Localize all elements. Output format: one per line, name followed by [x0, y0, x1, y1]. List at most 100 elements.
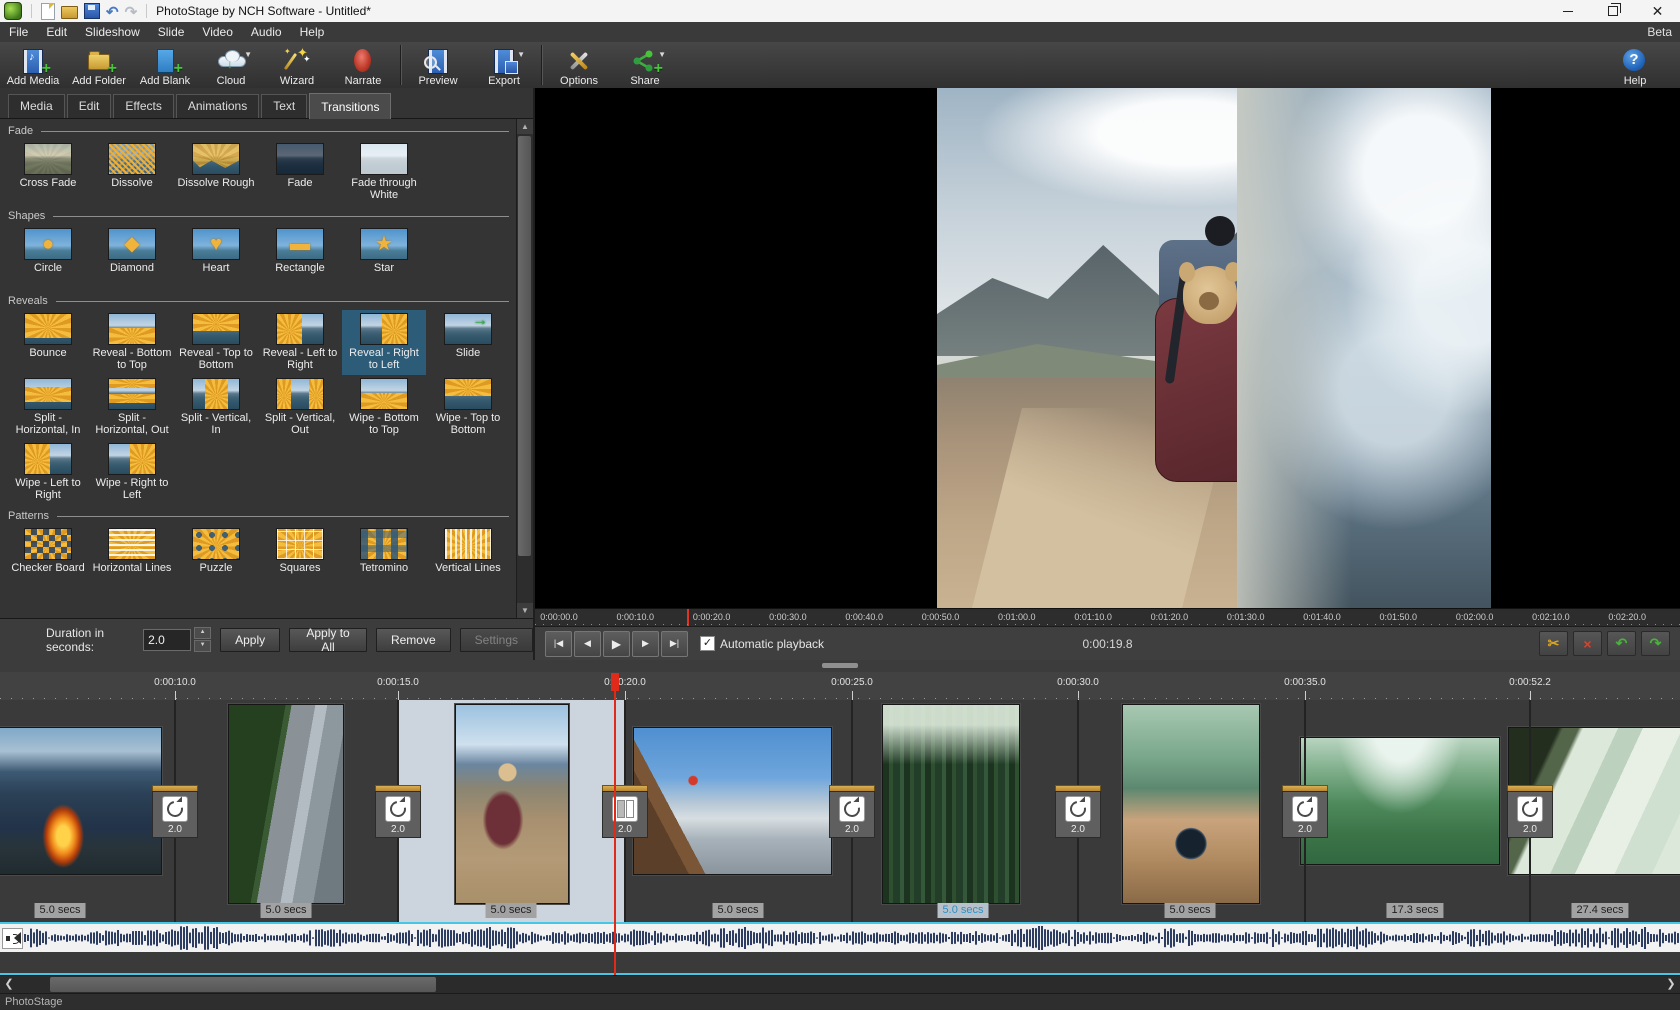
dropdown-caret-icon[interactable]: ▼	[244, 50, 252, 59]
transition-item[interactable]: Split - Vertical, Out	[258, 375, 342, 440]
cloud-button[interactable]: ↓▼Cloud	[198, 42, 264, 88]
transition-item[interactable]: Wipe - Top to Bottom	[426, 375, 510, 440]
scroll-left-icon[interactable]: ❮	[0, 976, 18, 994]
transition-item[interactable]: ★Star	[342, 225, 426, 290]
timeline-transition-button[interactable]: 2.0	[1507, 785, 1553, 838]
transition-item[interactable]: ▬Rectangle	[258, 225, 342, 290]
timeline-transition-button[interactable]: 2.0	[152, 785, 198, 838]
stepper-up-icon[interactable]: ▲	[194, 627, 211, 639]
timeline-ruler[interactable]: 0:00:10.00:00:15.00:00:20.00:00:25.00:00…	[0, 672, 1680, 701]
next-frame-button[interactable]: ▶	[632, 631, 659, 657]
duration-input[interactable]	[143, 629, 191, 651]
undo-button[interactable]: ↶	[1607, 631, 1636, 656]
transition-item[interactable]: Puzzle	[174, 525, 258, 590]
timeline-transition-button[interactable]: 2.0	[1282, 785, 1328, 838]
play-button[interactable]: ▶	[603, 631, 630, 657]
add-media-button[interactable]: ♪+Add Media	[0, 42, 66, 88]
transition-item[interactable]: Fade through White	[342, 140, 426, 205]
remove-button[interactable]: Remove	[376, 628, 451, 652]
restore-button[interactable]	[1590, 0, 1635, 22]
transition-item[interactable]: Squares	[258, 525, 342, 590]
narrate-button[interactable]: Narrate	[330, 42, 396, 88]
add-blank-button[interactable]: +Add Blank	[132, 42, 198, 88]
audio-track[interactable]	[0, 924, 1680, 952]
open-project-icon[interactable]	[61, 6, 78, 19]
duration-stepper[interactable]: ▲ ▼	[194, 627, 211, 652]
options-button[interactable]: Options	[546, 42, 612, 88]
menu-slide[interactable]: Slide	[149, 25, 194, 39]
transition-item[interactable]: Fade	[258, 140, 342, 205]
transition-item[interactable]: Horizontal Lines	[90, 525, 174, 590]
timeline-transition-button[interactable]: 2.0	[602, 785, 648, 838]
tab-edit[interactable]: Edit	[67, 94, 112, 118]
clip-thumbnail-compass[interactable]	[1122, 704, 1260, 904]
save-project-icon[interactable]	[84, 3, 100, 19]
transition-item[interactable]: Bounce	[6, 310, 90, 375]
transition-item[interactable]: Reveal - Bottom to Top	[90, 310, 174, 375]
transition-item[interactable]: Reveal - Left to Right	[258, 310, 342, 375]
tab-animations[interactable]: Animations	[176, 94, 259, 118]
timeline-transition-button[interactable]: 2.0	[829, 785, 875, 838]
transition-item[interactable]: Split - Vertical, In	[174, 375, 258, 440]
transition-item[interactable]: ♥Heart	[174, 225, 258, 290]
transition-item[interactable]: Wipe - Left to Right	[6, 440, 90, 505]
transition-item[interactable]: Split - Horizontal, Out	[90, 375, 174, 440]
scroll-up-icon[interactable]: ▲	[517, 119, 533, 134]
speaker-icon[interactable]	[2, 928, 23, 949]
wizard-button[interactable]: ✦✦✦Wizard	[264, 42, 330, 88]
delete-clip-button[interactable]: ×	[1573, 631, 1602, 656]
timeline-scrollbar-thumb[interactable]	[50, 977, 436, 992]
split-clip-button[interactable]: ✂	[1539, 631, 1568, 656]
transition-item[interactable]: →Slide	[426, 310, 510, 375]
dropdown-caret-icon[interactable]: ▼	[658, 50, 666, 59]
transition-item[interactable]: Tetromino	[342, 525, 426, 590]
transition-item[interactable]: Dissolve Rough	[174, 140, 258, 205]
menu-slideshow[interactable]: Slideshow	[76, 25, 149, 39]
apply-to-all-button[interactable]: Apply to All	[289, 628, 367, 652]
checkbox-checked-icon[interactable]: ✓	[700, 636, 715, 651]
timeline-transition-button[interactable]: 2.0	[375, 785, 421, 838]
new-project-icon[interactable]	[41, 3, 55, 20]
menu-video[interactable]: Video	[193, 25, 241, 39]
timeline-playhead-handle[interactable]	[611, 673, 619, 691]
transition-item[interactable]: Wipe - Right to Left	[90, 440, 174, 505]
transition-item[interactable]: Reveal - Right to Left	[342, 310, 426, 375]
preview-ruler[interactable]: 0:00:00.00:00:10.00:00:20.00:00:30.00:00…	[535, 608, 1680, 627]
minimize-button[interactable]	[1545, 0, 1590, 22]
clip-thumbnail-backpack-dog[interactable]	[455, 704, 569, 904]
timeline-playhead-line[interactable]	[614, 674, 616, 975]
splitter-handle-icon[interactable]	[822, 663, 858, 668]
clip-thumbnail-aerial-forest[interactable]	[1300, 737, 1500, 865]
scrollbar-thumb[interactable]	[518, 136, 531, 556]
transition-item[interactable]: Checker Board	[6, 525, 90, 590]
transition-item[interactable]: Wipe - Bottom to Top	[342, 375, 426, 440]
clip-thumbnail-summit[interactable]	[633, 727, 832, 875]
close-button[interactable]: ✕	[1635, 0, 1680, 22]
tab-media[interactable]: Media	[8, 94, 65, 118]
preview-button[interactable]: Preview	[405, 42, 471, 88]
share-button[interactable]: +▼Share	[612, 42, 678, 88]
clip-thumbnail-climber[interactable]	[228, 704, 344, 904]
undo-icon[interactable]: ↶	[106, 3, 119, 19]
skip-to-end-button[interactable]: ▶|	[661, 631, 688, 657]
transition-item[interactable]: Reveal - Top to Bottom	[174, 310, 258, 375]
scroll-right-icon[interactable]: ❯	[1662, 976, 1680, 994]
menu-file[interactable]: File	[0, 25, 37, 39]
panel-scrollbar[interactable]: ▲ ▼	[516, 119, 533, 618]
clip-thumbnail-forest-trail[interactable]	[882, 704, 1020, 904]
add-folder-button[interactable]: +Add Folder	[66, 42, 132, 88]
transition-item[interactable]: Dissolve	[90, 140, 174, 205]
stepper-down-icon[interactable]: ▼	[194, 640, 211, 652]
timeline-scrollbar[interactable]: ❮ ❯	[0, 975, 1680, 994]
redo-icon[interactable]: ↷	[125, 3, 138, 19]
dropdown-caret-icon[interactable]: ▼	[517, 50, 525, 59]
previous-frame-button[interactable]: ◀	[574, 631, 601, 657]
tab-transitions[interactable]: Transitions	[309, 93, 391, 119]
menu-help[interactable]: Help	[291, 25, 334, 39]
timeline-transition-button[interactable]: 2.0	[1055, 785, 1101, 838]
clip-thumbnail-campfire[interactable]	[0, 727, 162, 875]
skip-to-start-button[interactable]: |◀	[545, 631, 572, 657]
tab-text[interactable]: Text	[261, 94, 307, 118]
apply-button[interactable]: Apply	[220, 628, 280, 652]
transition-item[interactable]: ●Circle	[6, 225, 90, 290]
